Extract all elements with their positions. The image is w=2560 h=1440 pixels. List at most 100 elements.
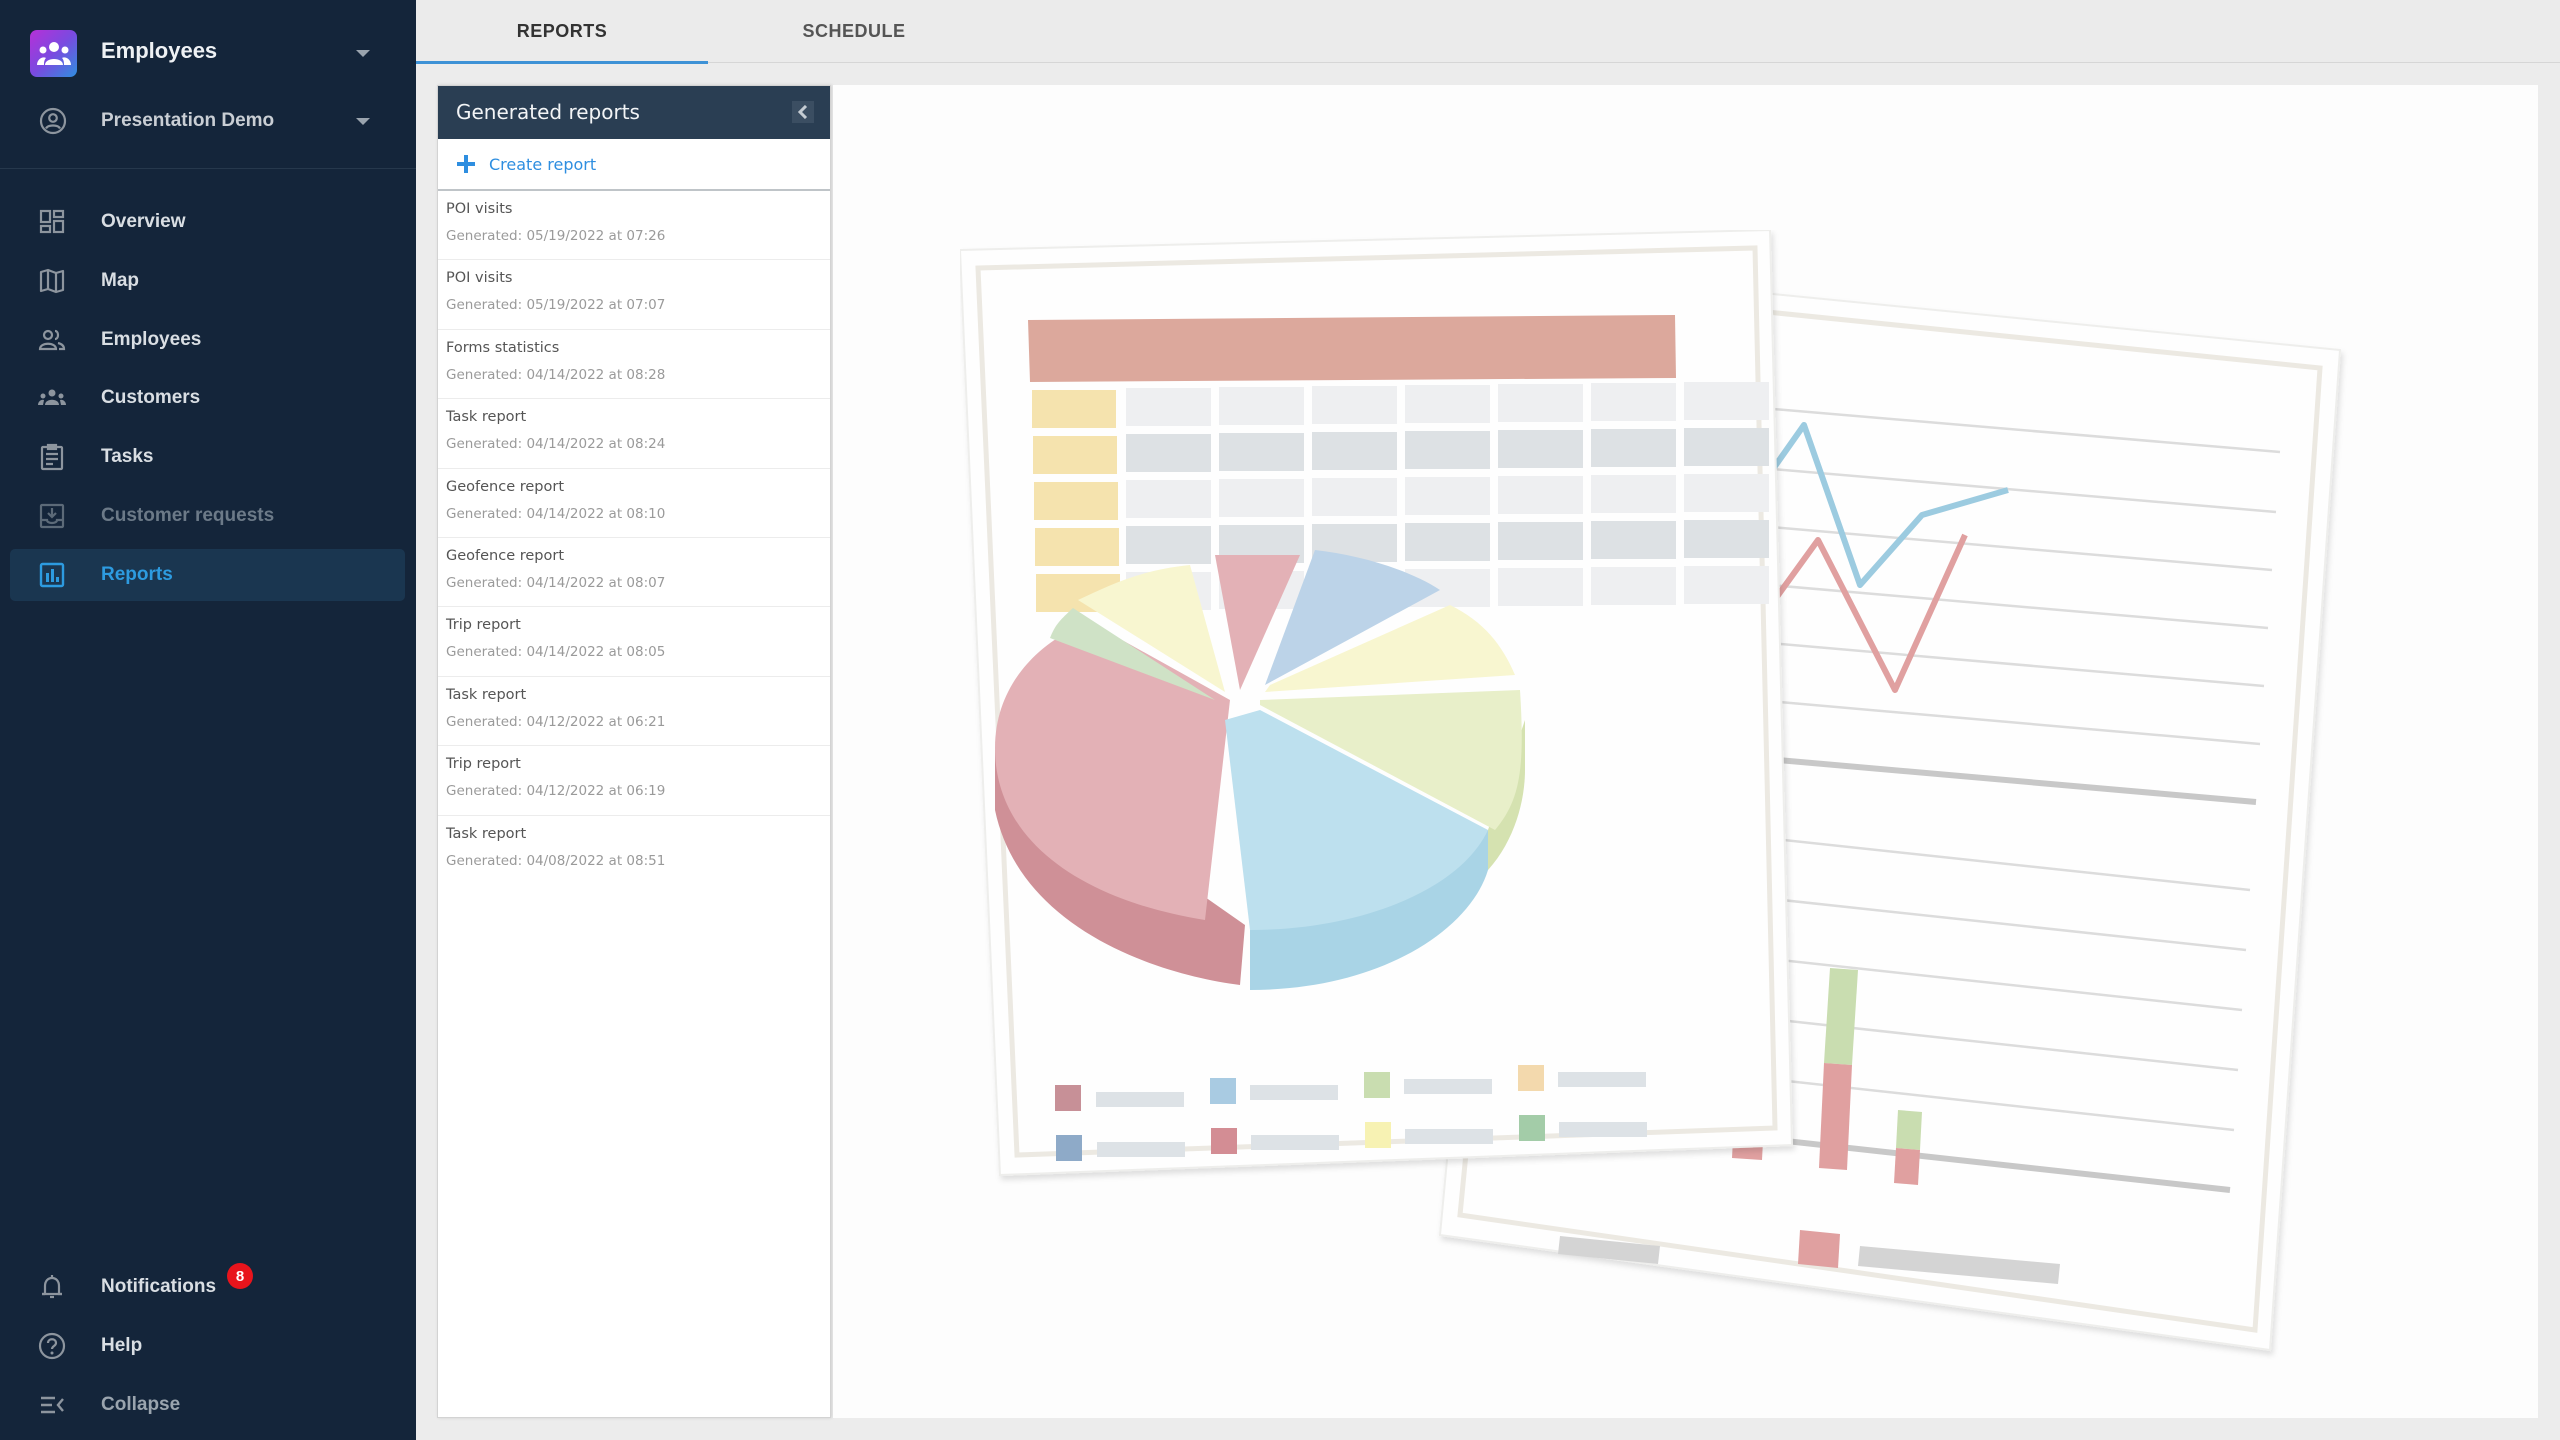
sidebar-item-collapse[interactable]: Collapse xyxy=(10,1379,405,1431)
report-date: Generated: 04/14/2022 at 08:24 xyxy=(446,436,666,453)
report-list-item[interactable]: Task report Generated: 04/08/2022 at 08:5… xyxy=(438,816,830,885)
report-viewer xyxy=(833,85,2538,1418)
report-name: Task report xyxy=(446,409,527,426)
report-date: Generated: 04/14/2022 at 08:28 xyxy=(446,366,666,383)
sidebar-item-label: Reports xyxy=(101,564,173,585)
report-name: Trip report xyxy=(446,756,521,773)
table-cell-art xyxy=(1405,523,1490,561)
chevron-left-icon xyxy=(797,105,808,119)
report-name: Geofence report xyxy=(446,547,565,564)
table-cell-art xyxy=(1684,474,1769,512)
sidebar-item-label: Employees xyxy=(101,329,202,350)
team-icon xyxy=(36,41,71,65)
panel-header: Generated reports xyxy=(438,86,830,139)
collapse-menu-icon xyxy=(38,1391,66,1419)
report-list-item[interactable]: Task report Generated: 04/14/2022 at 08:2… xyxy=(438,399,830,469)
bar-chart-icon xyxy=(38,561,66,589)
report-name: POI visits xyxy=(446,201,513,217)
tab-reports[interactable]: REPORTS xyxy=(416,0,708,64)
panel-title: Generated reports xyxy=(456,100,640,124)
report-list-item[interactable]: POI visits Generated: 05/19/2022 at 07:07 xyxy=(438,260,830,330)
reports-placeholder-illustration xyxy=(960,230,2342,1352)
org-logo[interactable] xyxy=(30,30,77,77)
report-name: Trip report xyxy=(446,617,521,634)
table-cell-art xyxy=(1126,526,1211,564)
report-name: Task report xyxy=(446,825,527,842)
sidebar-item-map[interactable]: Map xyxy=(10,255,405,307)
report-list-item[interactable]: Task report Generated: 04/12/2022 at 06:2… xyxy=(438,677,830,747)
table-cell-art xyxy=(1219,433,1304,471)
sidebar-item-label: Overview xyxy=(101,211,186,232)
table-cell-art xyxy=(1126,480,1211,518)
table-cell-art xyxy=(1684,520,1769,558)
report-date: Generated: 04/12/2022 at 06:21 xyxy=(446,713,666,730)
org-dropdown-caret-icon[interactable] xyxy=(356,50,370,57)
sidebar-divider xyxy=(0,168,416,169)
table-cell-art xyxy=(1219,387,1304,425)
account-switcher[interactable]: Presentation Demo xyxy=(101,110,274,132)
account-circle-icon xyxy=(39,107,67,135)
people-icon xyxy=(38,326,66,354)
table-cell-art xyxy=(1498,522,1583,560)
sidebar-item-label: Tasks xyxy=(101,446,154,467)
sidebar-item-reports[interactable]: Reports xyxy=(10,549,405,601)
tab-schedule[interactable]: SCHEDULE xyxy=(708,0,1000,63)
reports-list: POI visits Generated: 05/19/2022 at 07:26… xyxy=(438,191,830,885)
report-list-item[interactable]: Geofence report Generated: 04/14/2022 at … xyxy=(438,469,830,538)
report-list-item[interactable]: Trip report Generated: 04/14/2022 at 08:0… xyxy=(438,607,830,677)
dashboard-icon xyxy=(38,208,66,236)
table-cell-art xyxy=(1498,568,1583,606)
sidebar-item-customers[interactable]: Customers xyxy=(10,372,405,424)
notifications-count-badge: 8 xyxy=(227,1263,253,1289)
report-list-item[interactable]: Forms statistics Generated: 04/14/2022 at… xyxy=(438,330,830,400)
plus-icon xyxy=(457,155,475,173)
sidebar: Employees Presentation Demo Overview Map… xyxy=(0,0,416,1440)
sidebar-item-overview[interactable]: Overview xyxy=(10,196,405,248)
account-dropdown-caret-icon[interactable] xyxy=(356,118,370,125)
report-date: Generated: 05/19/2022 at 07:07 xyxy=(446,297,666,314)
sidebar-item-employees[interactable]: Employees xyxy=(10,314,405,366)
sidebar-item-tasks[interactable]: Tasks xyxy=(10,431,405,483)
org-switcher[interactable]: Employees xyxy=(101,38,217,64)
table-cell-art xyxy=(1312,432,1397,470)
table-cell-art xyxy=(1591,521,1676,559)
table-cell-art xyxy=(1591,567,1676,605)
table-cell-art xyxy=(1498,476,1583,514)
table-cell-art xyxy=(1684,566,1769,604)
report-date: Generated: 04/12/2022 at 06:19 xyxy=(446,783,666,800)
report-list-item[interactable]: Geofence report Generated: 04/14/2022 at … xyxy=(438,538,830,608)
clipboard-icon xyxy=(38,443,66,471)
groups-icon xyxy=(38,384,66,412)
table-cell-art xyxy=(1591,429,1676,467)
map-icon xyxy=(38,267,66,295)
table-cell-art xyxy=(1684,428,1769,466)
report-date: Generated: 04/14/2022 at 08:05 xyxy=(446,644,666,661)
create-report-button[interactable]: Create report xyxy=(438,139,830,191)
table-cell-art xyxy=(1591,383,1676,421)
report-list-item[interactable]: Trip report Generated: 04/12/2022 at 06:1… xyxy=(438,746,830,816)
table-cell-art xyxy=(1498,430,1583,468)
table-cell-art xyxy=(1126,388,1211,426)
table-cell-art xyxy=(1312,386,1397,424)
table-cell-art xyxy=(1591,475,1676,513)
sidebar-item-help[interactable]: Help xyxy=(10,1320,405,1372)
sidebar-item-label: Customer requests xyxy=(101,505,275,526)
collapse-panel-button[interactable] xyxy=(792,101,814,123)
sidebar-item-label: Customers xyxy=(101,387,201,408)
sidebar-item-customer-requests[interactable]: Customer requests xyxy=(10,490,405,542)
sidebar-item-label: Collapse xyxy=(101,1394,181,1415)
table-cell-art xyxy=(1219,479,1304,517)
report-list-item[interactable]: POI visits Generated: 05/19/2022 at 07:26 xyxy=(438,191,830,261)
sidebar-item-notifications[interactable]: Notifications 8 xyxy=(10,1261,405,1313)
report-name: POI visits xyxy=(446,270,513,287)
generated-reports-panel: Generated reports Create report POI visi… xyxy=(437,85,831,1418)
inbox-download-icon xyxy=(38,502,66,530)
table-cell-art xyxy=(1126,434,1211,472)
table-cell-art xyxy=(1405,431,1490,469)
table-cell-art xyxy=(1498,384,1583,422)
create-report-label: Create report xyxy=(489,154,597,174)
sidebar-item-label: Notifications xyxy=(101,1276,217,1297)
tab-bar: REPORTS SCHEDULE xyxy=(416,0,2560,64)
table-cell-art xyxy=(1684,382,1769,420)
report-date: Generated: 04/08/2022 at 08:51 xyxy=(446,852,666,869)
